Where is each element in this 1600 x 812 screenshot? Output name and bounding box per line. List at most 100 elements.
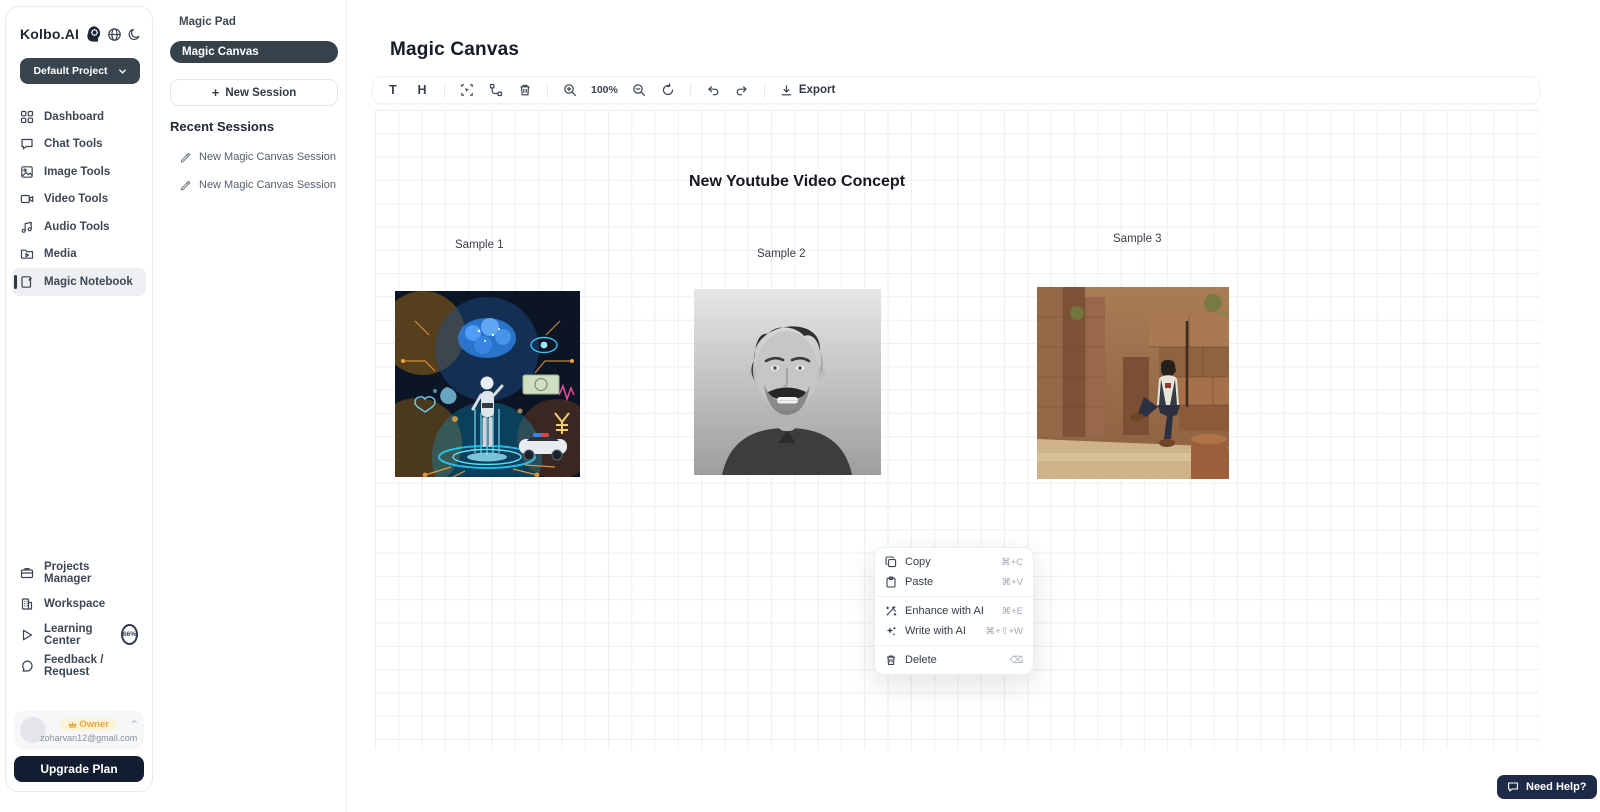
- sidebar-item-magic-notebook[interactable]: Magic Notebook: [12, 268, 146, 296]
- zoom-out-icon: [632, 83, 646, 97]
- undo-button[interactable]: [703, 80, 723, 100]
- session-item[interactable]: New Magic Canvas Session: [179, 151, 336, 163]
- building-icon: [20, 597, 34, 611]
- heading-tool-button[interactable]: H: [412, 80, 432, 100]
- play-icon: [20, 628, 34, 642]
- sidebar-footer-nav: Projects Manager Workspace Learning Cent…: [12, 557, 146, 681]
- paste-icon: [885, 576, 897, 588]
- sidebar-item-label: Chat Tools: [44, 138, 103, 150]
- select-frame-tool-button[interactable]: [457, 80, 477, 100]
- magic-wand-icon: [885, 605, 897, 617]
- text-tool-button[interactable]: T: [383, 80, 403, 100]
- user-card[interactable]: Owner zoharvan12@gmail.com: [14, 711, 144, 749]
- context-menu-shortcut: ⌘+E: [1002, 606, 1023, 617]
- chevron-up-icon: [131, 717, 138, 726]
- need-help-button[interactable]: Need Help?: [1497, 775, 1597, 799]
- chat-icon: [20, 137, 34, 151]
- plus-icon: +: [212, 85, 220, 100]
- context-menu-item-delete[interactable]: Delete ⌫: [875, 650, 1033, 670]
- trash-icon: [518, 83, 532, 97]
- copy-icon: [885, 556, 897, 568]
- brand-brain-icon: [84, 25, 102, 43]
- toolbar-divider: [547, 83, 548, 98]
- canvas-title-text[interactable]: New Youtube Video Concept: [689, 173, 905, 191]
- upgrade-plan-button[interactable]: Upgrade Plan: [14, 756, 144, 782]
- sidebar-item-workspace[interactable]: Workspace: [12, 588, 146, 619]
- video-icon: [20, 192, 34, 206]
- select-frame-icon: [460, 83, 474, 97]
- connector-icon: [489, 83, 503, 97]
- context-menu-item-copy[interactable]: Copy ⌘+C: [875, 552, 1033, 572]
- project-selector-label: Default Project: [33, 65, 107, 77]
- notebook-icon: [20, 275, 34, 289]
- sidebar-item-label: Media: [44, 248, 77, 260]
- sidebar-item-learning-center[interactable]: Learning Center 66%: [12, 619, 146, 650]
- context-menu-item-enhance-with-ai[interactable]: Enhance with AI ⌘+E: [875, 601, 1033, 621]
- sidebar-item-label: Learning Center: [44, 623, 109, 647]
- context-menu-shortcut: ⌘+C: [1001, 557, 1023, 568]
- owner-badge: Owner: [60, 718, 117, 731]
- sidebar-item-media[interactable]: Media: [12, 241, 146, 269]
- sidebar-item-feedback-request[interactable]: Feedback / Request: [12, 650, 146, 681]
- need-help-label: Need Help?: [1526, 781, 1587, 793]
- sample-1-label[interactable]: Sample 1: [455, 239, 504, 251]
- owner-badge-label: Owner: [79, 719, 109, 730]
- sidebar-item-chat-tools[interactable]: Chat Tools: [12, 131, 146, 159]
- download-icon: [780, 84, 793, 97]
- new-session-button[interactable]: + New Session: [170, 79, 338, 106]
- reset-view-button[interactable]: [658, 80, 678, 100]
- toolbar-divider: [690, 83, 691, 98]
- sample-2-label[interactable]: Sample 2: [757, 248, 806, 260]
- context-menu-label: Paste: [905, 576, 933, 588]
- sidebar-item-label: Projects Manager: [44, 561, 138, 585]
- session-item[interactable]: New Magic Canvas Session: [179, 179, 336, 191]
- export-button[interactable]: Export: [780, 84, 835, 97]
- user-email: zoharvan12@gmail.com: [40, 733, 137, 743]
- context-menu-item-write-with-ai[interactable]: Write with AI ⌘+⇧+W: [875, 621, 1033, 641]
- image-icon: [20, 165, 34, 179]
- sessions-panel: Magic Pad Magic Canvas + New Session Rec…: [155, 0, 347, 812]
- sidebar-item-dashboard[interactable]: Dashboard: [12, 103, 146, 131]
- zoom-out-button[interactable]: [629, 80, 649, 100]
- session-item-label: New Magic Canvas Session: [199, 151, 336, 163]
- new-session-label: New Session: [225, 87, 296, 99]
- sample-3-label[interactable]: Sample 3: [1113, 233, 1162, 245]
- logo-row: Kolbo.AI: [20, 25, 142, 43]
- zoom-level: 100%: [589, 84, 620, 96]
- dashboard-icon: [20, 110, 34, 124]
- chevron-down-icon: [118, 67, 127, 76]
- learning-progress-badge: 66%: [121, 624, 138, 645]
- project-selector[interactable]: Default Project: [20, 58, 140, 84]
- connector-tool-button[interactable]: [486, 80, 506, 100]
- session-item-label: New Magic Canvas Session: [199, 179, 336, 191]
- rotate-reset-icon: [661, 83, 675, 97]
- magic-pad-item[interactable]: Magic Pad: [179, 16, 236, 28]
- magic-canvas-item[interactable]: Magic Canvas: [170, 41, 338, 63]
- sidebar-item-audio-tools[interactable]: Audio Tools: [12, 213, 146, 241]
- pencil-icon: [179, 151, 191, 163]
- sidebar-item-projects-manager[interactable]: Projects Manager: [12, 557, 146, 588]
- sample-2-image[interactable]: [694, 289, 881, 475]
- language-globe-icon[interactable]: [107, 27, 122, 42]
- user-meta: Owner zoharvan12@gmail.com: [53, 718, 124, 743]
- export-label: Export: [799, 84, 835, 96]
- toolbar-divider: [444, 83, 445, 98]
- zoom-in-button[interactable]: [560, 80, 580, 100]
- sample-1-image[interactable]: [395, 291, 580, 477]
- sidebar-item-label: Feedback / Request: [44, 654, 138, 678]
- context-menu-label: Copy: [905, 556, 931, 568]
- sidebar-item-image-tools[interactable]: Image Tools: [12, 158, 146, 186]
- media-folder-icon: [20, 247, 34, 261]
- sample-3-image[interactable]: [1037, 287, 1229, 479]
- sidebar-item-video-tools[interactable]: Video Tools: [12, 186, 146, 214]
- dark-mode-moon-icon[interactable]: [127, 27, 142, 42]
- context-menu-label: Write with AI: [905, 625, 966, 637]
- sidebar-item-label: Image Tools: [44, 166, 110, 178]
- delete-tool-button[interactable]: [515, 80, 535, 100]
- sidebar-item-label: Workspace: [44, 598, 105, 610]
- context-menu-item-paste[interactable]: Paste ⌘+V: [875, 572, 1033, 592]
- undo-icon: [706, 83, 720, 97]
- brand-logo: Kolbo.AI: [20, 26, 79, 42]
- redo-button[interactable]: [732, 80, 752, 100]
- trash-icon: [885, 654, 897, 666]
